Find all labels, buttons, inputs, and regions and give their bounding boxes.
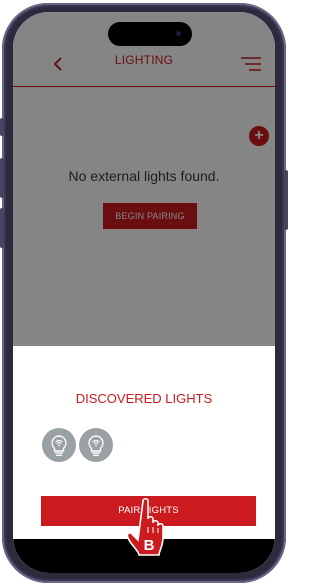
- volume-up-button: [0, 158, 4, 198]
- phone-device: LIGHTING + No external lights found. BEG…: [0, 0, 288, 585]
- discovered-light-item[interactable]: [42, 428, 76, 462]
- cursor-badge-label: B: [144, 537, 155, 554]
- lightbulb-wifi-icon: [51, 435, 67, 456]
- mute-switch: [0, 118, 4, 136]
- power-button: [284, 170, 288, 230]
- phone-screen: LIGHTING + No external lights found. BEG…: [13, 12, 275, 573]
- sheet-title: DISCOVERED LIGHTS: [75, 391, 213, 406]
- discovered-light-item[interactable]: [79, 428, 113, 462]
- camera-dot: [176, 31, 181, 36]
- modal-overlay[interactable]: [13, 12, 275, 346]
- lightbulb-wifi-icon: [88, 435, 104, 456]
- hand-pointer-icon: B: [127, 497, 164, 556]
- volume-down-button: [0, 208, 4, 248]
- dynamic-island: [108, 22, 192, 46]
